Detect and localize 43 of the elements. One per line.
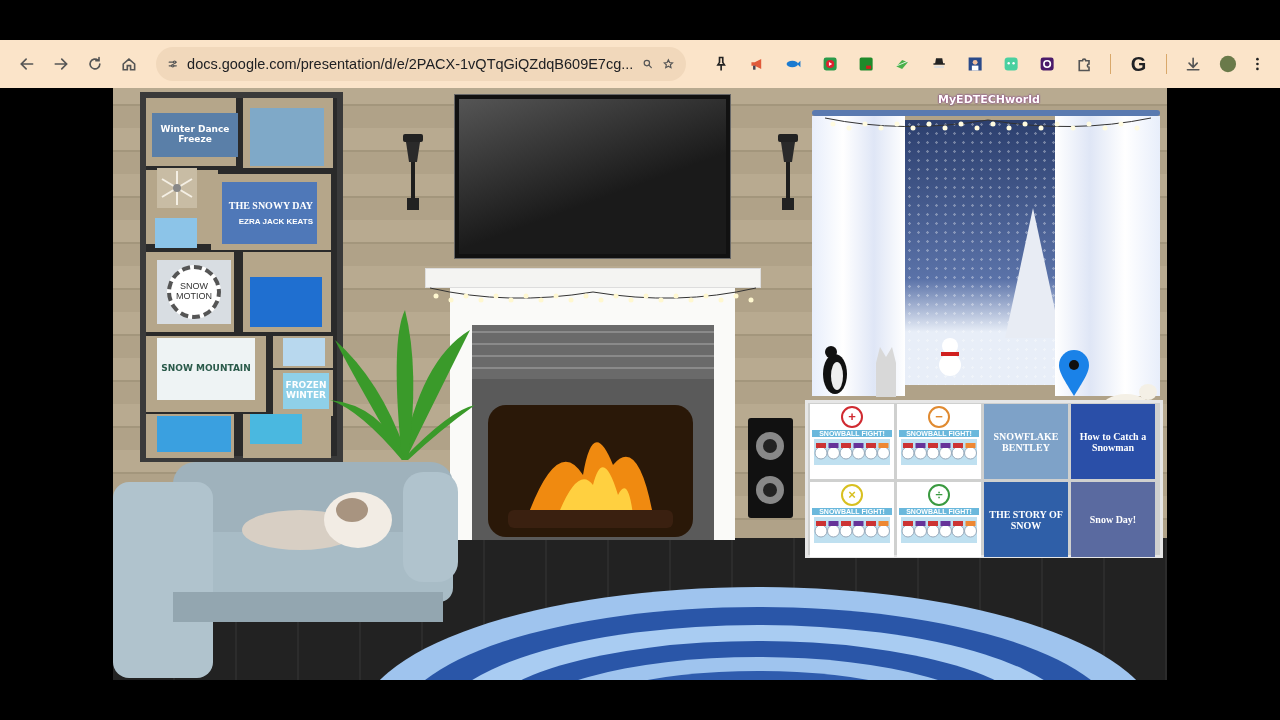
book-cover[interactable]: SNOWFLAKE BENTLEY (984, 404, 1068, 479)
game-thumbnail[interactable] (157, 416, 231, 452)
book-cover[interactable]: THE STORY OF SNOW (984, 482, 1068, 557)
operation-symbol: − (928, 406, 950, 428)
game-thumbnail[interactable]: SNOW MOUNTAIN (157, 338, 255, 400)
book-title: THE SNOWY DAY (228, 200, 313, 211)
thumbnail-title: SNOW MOUNTAIN (161, 364, 251, 374)
operation-symbol: + (841, 406, 863, 428)
thumbnail-title: SNOW MOTION (167, 265, 221, 319)
operation-symbol: × (841, 484, 863, 506)
logo: MyEDTECHworld (938, 93, 1040, 106)
wall-sconce-icon (775, 132, 801, 212)
play-icon[interactable] (821, 54, 838, 74)
avatar-icon[interactable] (1219, 53, 1238, 75)
game-thumbnail[interactable]: SNOW MOTION (157, 260, 231, 324)
book-cover[interactable]: How to Catch a Snowman (1071, 404, 1155, 479)
game-thumbnail[interactable] (155, 218, 197, 248)
location-pin-icon[interactable] (1058, 349, 1090, 397)
operation-symbol: ÷ (928, 484, 950, 506)
book-title: SNOWFLAKE BENTLEY (992, 430, 1060, 453)
game-thumbnail[interactable] (283, 338, 325, 366)
photo-icon[interactable] (966, 54, 984, 74)
square-app-icon[interactable] (858, 54, 875, 74)
q-app-icon[interactable] (1039, 54, 1056, 74)
book-cover[interactable]: THE SNOWY DAY EZRA JACK KEATS (222, 182, 317, 244)
book-cover[interactable]: Snow Day! (1071, 482, 1155, 557)
speaker-icon (748, 418, 793, 518)
thumbnail-title: FROZEN WINTER (285, 381, 327, 401)
snowflake-icon[interactable] (157, 168, 197, 208)
game-thumbnail[interactable] (250, 108, 324, 166)
book-author: EZRA JACK KEATS (238, 217, 313, 226)
book-title: THE STORY OF SNOW (988, 508, 1064, 531)
address-bar[interactable]: docs.google.com/presentation/d/e/2PACX-1vQTqGiQZdqB609E7cg... (155, 47, 686, 81)
more-menu-icon[interactable] (1255, 55, 1261, 73)
google-logo[interactable]: G (1130, 52, 1147, 76)
book-title: Snow Day! (1089, 514, 1137, 525)
game-thumbnail[interactable] (250, 414, 302, 444)
game-thumbnail[interactable]: Winter Dance Freeze (152, 113, 238, 157)
thumbnail-title: Winter Dance Freeze (159, 125, 231, 145)
game-thumbnail[interactable] (250, 277, 322, 327)
wall-sconce-icon (400, 132, 426, 212)
book-title: How to Catch a Snowman (1078, 430, 1148, 453)
url-text: docs.google.com/presentation/d/e/2PACX-1vQTqGiQZdqB609E7cg... (187, 56, 634, 72)
